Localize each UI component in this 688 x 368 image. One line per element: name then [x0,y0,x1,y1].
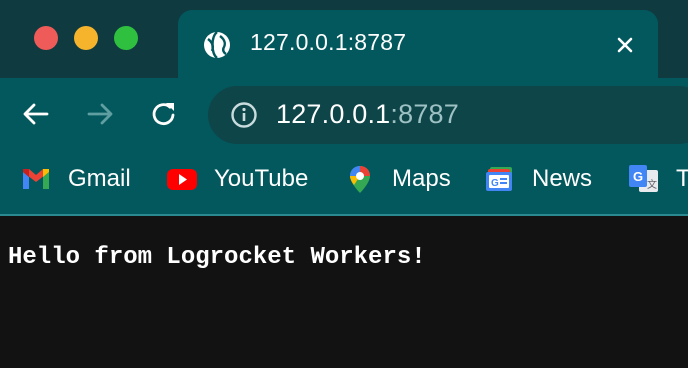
page-body-text: Hello from Logrocket Workers! [8,244,426,271]
svg-text:文: 文 [647,178,657,191]
bookmark-label: News [532,165,593,192]
bookmark-youtube[interactable]: YouTube [166,162,308,196]
gmail-icon [23,169,49,189]
bookmark-label: Maps [392,165,451,192]
toolbar: 127.0.0.1:8787 [0,78,688,152]
svg-text:G: G [633,169,643,184]
bookmark-label: Gmail [68,165,131,192]
reload-icon[interactable] [148,98,180,130]
address-text[interactable]: 127.0.0.1:8787 [276,99,459,130]
tab-active[interactable]: 127.0.0.1:8787 [178,10,658,82]
bookmarks-bar: Gmail YouTube Maps G News G 文 [0,152,688,216]
window-minimize-button[interactable] [74,26,98,50]
address-port: :8787 [390,99,459,129]
svg-text:G: G [491,178,499,189]
back-arrow-icon[interactable] [20,98,52,130]
bookmark-label: T [676,165,688,193]
window-close-button[interactable] [34,26,58,50]
window-maximize-button[interactable] [114,26,138,50]
news-icon: G [486,167,512,191]
tab-title: 127.0.0.1:8787 [250,29,407,55]
address-host: 127.0.0.1 [276,99,391,129]
globe-icon [204,31,230,59]
bookmark-maps[interactable]: Maps [344,162,451,196]
page-content: Hello from Logrocket Workers! [0,216,688,368]
browser-window: 127.0.0.1:8787 127.0.0.1:8787 Gmail YouT… [0,0,688,368]
address-bar[interactable]: 127.0.0.1:8787 [208,86,688,144]
tab-strip: 127.0.0.1:8787 [0,0,688,82]
maps-icon [350,166,370,193]
info-icon[interactable] [230,101,258,129]
bookmark-gmail[interactable]: Gmail [20,162,131,196]
forward-arrow-icon[interactable] [84,98,116,130]
bookmark-translate[interactable]: G 文 T [628,162,688,196]
translate-icon: G 文 [629,165,658,192]
bookmark-label: YouTube [214,165,309,192]
tab-close-icon[interactable] [612,32,638,58]
youtube-icon [167,169,197,190]
bookmark-news[interactable]: G News [484,162,592,196]
